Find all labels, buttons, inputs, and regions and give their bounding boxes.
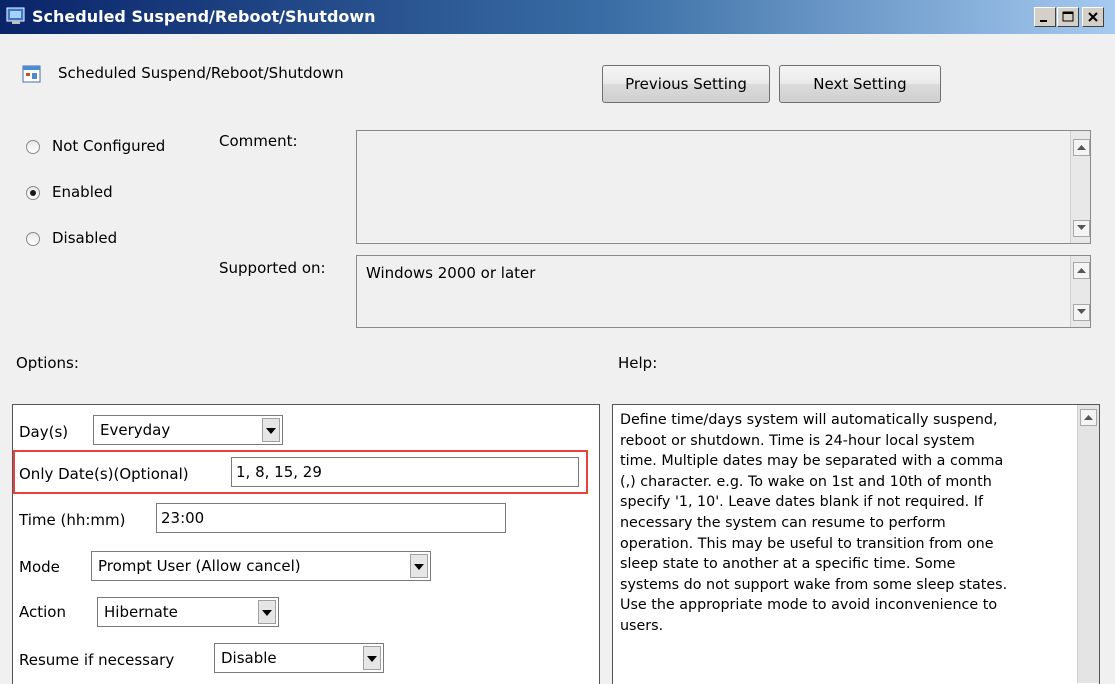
scroll-up-button[interactable] (1073, 139, 1090, 156)
help-text: Define time/days system will automatical… (620, 410, 1080, 637)
help-line: users. (620, 617, 664, 634)
help-line: necessary the system can resume to perfo… (620, 514, 946, 531)
radio-circle[interactable] (26, 232, 40, 246)
resume-label: Resume if necessary (19, 651, 175, 669)
resume-value: Disable (221, 649, 277, 667)
setting-name: Scheduled Suspend/Reboot/Shutdown (58, 64, 344, 82)
dropdown-button[interactable] (410, 554, 428, 578)
help-line: Define time/days system will automatical… (620, 412, 998, 428)
time-value: 23:00 (161, 509, 205, 527)
scroll-up-button[interactable] (1080, 409, 1097, 426)
scroll-down-icon (1077, 309, 1086, 314)
action-label: Action (19, 603, 66, 621)
help-line: reboot or shutdown. Time is 24-hour loca… (620, 432, 975, 449)
action-value: Hibernate (104, 603, 178, 621)
help-line: systems do not support wake from some sl… (620, 576, 1008, 593)
minimize-button[interactable] (1034, 7, 1056, 27)
supported-on-label: Supported on: (219, 259, 326, 277)
next-setting-button[interactable]: Next Setting (779, 65, 941, 103)
supported-scrollbar[interactable] (1070, 256, 1090, 327)
action-combobox[interactable]: Hibernate (97, 597, 279, 627)
radio-label: Disabled (52, 229, 118, 247)
chevron-down-icon (262, 610, 272, 616)
chevron-down-icon (367, 656, 377, 662)
scroll-up-icon (1077, 145, 1086, 150)
time-input[interactable]: 23:00 (156, 503, 506, 533)
resume-combobox[interactable]: Disable (214, 643, 384, 673)
help-line: sleep state to another at a specific tim… (620, 556, 956, 573)
options-panel: Day(s) Everyday Only Date(s)(Optional) 1… (12, 404, 600, 684)
close-button[interactable] (1082, 7, 1104, 27)
dates-value: 1, 8, 15, 29 (236, 463, 322, 481)
help-line: operation. This may be useful to transit… (620, 535, 994, 552)
scroll-down-button[interactable] (1073, 220, 1090, 237)
maximize-button[interactable] (1057, 7, 1079, 27)
comment-label: Comment: (219, 132, 298, 150)
help-line: time. Multiple dates may be separated wi… (620, 453, 1004, 470)
radio-label: Not Configured (52, 137, 166, 155)
supported-on-value: Windows 2000 or later (366, 264, 536, 282)
previous-setting-button[interactable]: Previous Setting (602, 65, 770, 103)
minimize-icon (1040, 20, 1047, 22)
close-icon (1088, 12, 1098, 22)
help-line: (,) character. e.g. To wake on 1st and 1… (620, 473, 992, 490)
help-line: specify '1, 10'. Leave dates blank if no… (620, 494, 984, 511)
dates-label: Only Date(s)(Optional) (19, 465, 189, 483)
radio-enabled[interactable]: Enabled (20, 179, 200, 205)
scroll-up-icon (1077, 268, 1086, 273)
scroll-down-button[interactable] (1073, 304, 1090, 321)
scroll-up-icon (1084, 415, 1093, 420)
setting-icon (22, 64, 42, 84)
mode-value: Prompt User (Allow cancel) (98, 557, 301, 575)
chevron-down-icon (414, 564, 424, 570)
mode-combobox[interactable]: Prompt User (Allow cancel) (91, 551, 431, 581)
dates-input[interactable]: 1, 8, 15, 29 (231, 457, 579, 487)
mode-label: Mode (19, 558, 60, 576)
comment-field[interactable] (356, 130, 1091, 244)
dropdown-button[interactable] (262, 418, 280, 442)
radio-label: Enabled (52, 183, 113, 201)
radio-not-configured[interactable]: Not Configured (20, 133, 200, 159)
scroll-down-icon (1077, 225, 1086, 230)
comment-scrollbar[interactable] (1070, 131, 1090, 243)
dropdown-button[interactable] (258, 600, 276, 624)
radio-circle[interactable] (26, 140, 40, 154)
chevron-down-icon (266, 428, 276, 434)
window-title: Scheduled Suspend/Reboot/Shutdown (32, 7, 376, 26)
scroll-up-button[interactable] (1073, 262, 1090, 279)
dropdown-button[interactable] (363, 646, 381, 670)
time-label: Time (hh:mm) (19, 511, 126, 529)
policy-setting-icon (6, 6, 26, 26)
radio-circle[interactable] (26, 186, 40, 200)
days-label: Day(s) (19, 423, 69, 441)
help-scrollbar[interactable] (1077, 405, 1099, 683)
help-label: Help: (618, 354, 658, 372)
radio-disabled[interactable]: Disabled (20, 225, 200, 251)
supported-on-field: Windows 2000 or later (356, 255, 1091, 328)
days-value: Everyday (100, 421, 171, 439)
maximize-icon (1062, 11, 1074, 22)
help-line: Use the appropriate mode to avoid inconv… (620, 597, 998, 614)
options-label: Options: (16, 354, 79, 372)
days-combobox[interactable]: Everyday (93, 415, 283, 445)
